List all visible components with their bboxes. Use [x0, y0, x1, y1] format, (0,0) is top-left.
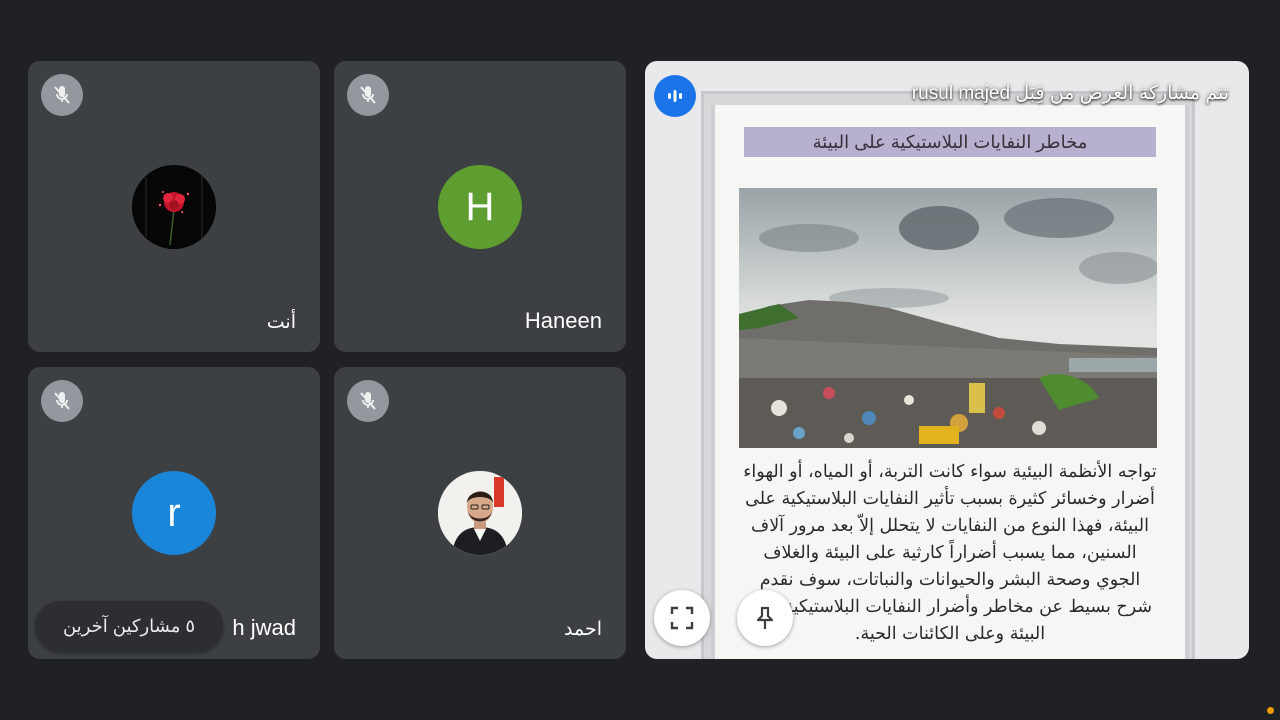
- slide-body: تواجه الأنظمة البيئية سواء كانت التربة، …: [727, 459, 1173, 648]
- pin-button[interactable]: [737, 590, 793, 646]
- avatar-flower: [132, 165, 216, 249]
- mic-off-icon: [41, 380, 83, 422]
- fullscreen-icon: [670, 606, 694, 630]
- slide-body-line: السنين، مما يسبب أضراراً كارثية على البي…: [763, 543, 1137, 563]
- pin-icon: [756, 606, 774, 629]
- mic-off-icon: [347, 380, 389, 422]
- slide-body-line: شرح بسيط عن مخاطر وأضرار النفايات البلاس…: [747, 597, 1153, 617]
- participant-name: Haneen: [524, 308, 602, 333]
- participant-name: h jwad: [232, 615, 296, 640]
- mic-off-icon: [347, 74, 389, 116]
- avatar-photo: [438, 471, 522, 555]
- slide-body-line: أضرار وخسائر كثيرة بسبب تأثير النفايات ا…: [745, 489, 1155, 509]
- fullscreen-button[interactable]: [654, 590, 710, 646]
- participant-tile-haneen[interactable]: H Haneen: [334, 61, 626, 352]
- mic-off-icon: [41, 74, 83, 116]
- participant-tile-you[interactable]: أنت: [28, 61, 320, 352]
- slide-body-line: تواجه الأنظمة البيئية سواء كانت التربة، …: [743, 462, 1157, 482]
- meet-grid: أنت H Haneen r h jwad احمد ٥ مشاركين آخر…: [0, 0, 1280, 720]
- presenter-caption: تتم مشاركة العرض من قِبَل rusul majed: [911, 83, 1229, 104]
- other-participants-chip[interactable]: ٥ مشاركين آخرين: [35, 601, 223, 652]
- status-dot: [1267, 707, 1274, 714]
- slide-page: مخاطر النفايات البلاستيكية على البيئة تو…: [711, 105, 1189, 659]
- presentation-tile[interactable]: مخاطر النفايات البلاستيكية على البيئة تو…: [645, 61, 1249, 659]
- avatar-initial: H: [438, 165, 522, 249]
- participant-name: أنت: [266, 312, 296, 333]
- participant-name: احمد: [564, 619, 602, 640]
- audio-level-icon: [654, 75, 696, 117]
- slide-body-line: الجوي وصحة البشر والحيوانات والنباتات، س…: [759, 570, 1141, 590]
- avatar-initial: r: [132, 471, 216, 555]
- slide-body-line: البيئة، فهذا النوع من النفايات لا يتحلل …: [751, 516, 1149, 536]
- landfill-image: [739, 188, 1157, 448]
- participant-tile-ahmed[interactable]: احمد: [334, 367, 626, 659]
- slide-body-line: البيئة وعلى الكائنات الحية.: [854, 624, 1046, 644]
- slide-title: مخاطر النفايات البلاستيكية على البيئة: [744, 127, 1156, 157]
